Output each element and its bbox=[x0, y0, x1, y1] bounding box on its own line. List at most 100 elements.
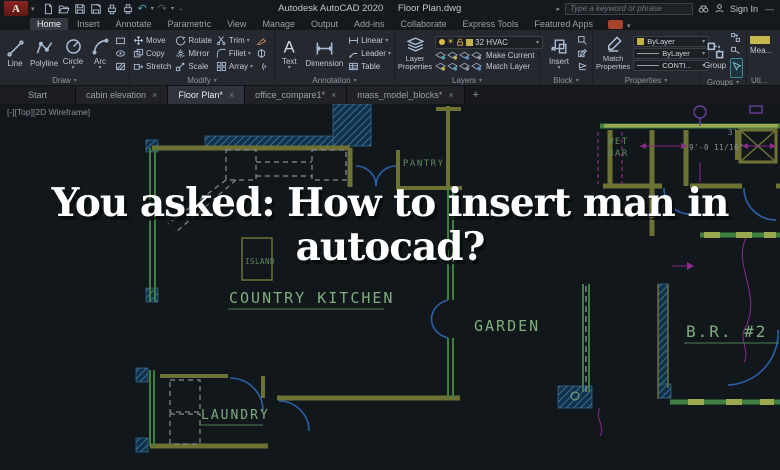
help-search-input[interactable] bbox=[564, 2, 693, 15]
new-file-icon[interactable] bbox=[42, 3, 54, 15]
linear-tool[interactable]: Linear ▾ bbox=[348, 35, 391, 46]
new-drawing-tab-button[interactable]: + bbox=[465, 86, 487, 104]
leader-tool[interactable]: Leader ▾ bbox=[348, 48, 391, 59]
close-tab-icon[interactable]: × bbox=[331, 90, 336, 100]
close-tab-icon[interactable]: × bbox=[448, 90, 453, 100]
circle-caret-icon[interactable]: ▾ bbox=[72, 65, 75, 71]
file-tab-cabin-elevation[interactable]: cabin elevation × bbox=[76, 86, 169, 104]
arc-tool[interactable]: Arc ▾ bbox=[88, 37, 112, 71]
trim-caret-icon[interactable]: ▾ bbox=[247, 37, 250, 44]
tab-manage[interactable]: Manage bbox=[255, 18, 302, 30]
redo-icon[interactable]: ↷ bbox=[158, 3, 167, 14]
redo-caret-icon[interactable]: ▾ bbox=[171, 5, 174, 12]
block-panel-expander[interactable]: Block ▾ bbox=[540, 74, 592, 86]
ungroup-icon[interactable] bbox=[730, 32, 741, 43]
close-tab-icon[interactable]: × bbox=[152, 90, 157, 100]
stretch-tool[interactable]: Stretch bbox=[133, 61, 171, 72]
mirror-tool[interactable]: Mirror bbox=[175, 48, 212, 59]
move-tool[interactable]: Move bbox=[133, 35, 171, 46]
file-tab-floor-plan[interactable]: Floor Plan* × bbox=[168, 86, 246, 104]
fillet-tool[interactable]: Fillet ▾ bbox=[216, 48, 253, 59]
scale-tool[interactable]: Scale bbox=[175, 61, 212, 72]
undo-icon[interactable]: ↶ bbox=[138, 3, 147, 14]
sign-in-button[interactable]: Sign In bbox=[730, 4, 758, 14]
file-tab-start[interactable]: Start bbox=[0, 86, 77, 104]
line-tool[interactable]: Line bbox=[3, 39, 27, 68]
properties-panel-expander[interactable]: Properties ▾ bbox=[593, 74, 699, 86]
hatch-icon[interactable] bbox=[115, 61, 126, 72]
undo-caret-icon[interactable]: ▾ bbox=[151, 5, 154, 12]
group-selection-icon[interactable] bbox=[731, 61, 742, 72]
logo-menu-caret-icon[interactable]: ▾ bbox=[31, 5, 35, 13]
edit-block-icon[interactable] bbox=[577, 35, 588, 46]
tab-parametric[interactable]: Parametric bbox=[161, 18, 219, 30]
trim-tool[interactable]: Trim ▾ bbox=[216, 35, 253, 46]
connected-app-icon[interactable] bbox=[607, 20, 623, 29]
rectangle-icon[interactable] bbox=[115, 35, 126, 46]
tab-express-tools[interactable]: Express Tools bbox=[456, 18, 526, 30]
tab-collaborate[interactable]: Collaborate bbox=[394, 18, 454, 30]
tab-annotate[interactable]: Annotate bbox=[109, 18, 159, 30]
rotate-tool[interactable]: Rotate bbox=[175, 35, 212, 46]
tab-output[interactable]: Output bbox=[304, 18, 345, 30]
minimize-button[interactable]: — bbox=[763, 4, 776, 14]
app-caret-icon[interactable]: ▾ bbox=[627, 22, 631, 30]
layer-select-dropdown[interactable]: ☀ 32 HVAC ▾ bbox=[435, 35, 543, 49]
insert-block-tool[interactable]: Insert ▾ bbox=[544, 37, 574, 71]
search-expand-icon[interactable]: ▸ bbox=[556, 5, 560, 13]
explode-icon[interactable] bbox=[256, 48, 267, 59]
file-tab-mass-model-blocks[interactable]: mass_model_blocks* × bbox=[347, 86, 465, 104]
draw-panel-expander[interactable]: Draw ▾ bbox=[0, 74, 129, 86]
arc-caret-icon[interactable]: ▾ bbox=[99, 65, 102, 71]
text-caret-icon[interactable]: ▾ bbox=[288, 65, 291, 71]
leader-caret-icon[interactable]: ▾ bbox=[388, 50, 391, 57]
viewport-controls[interactable]: [-][Top][2D Wireframe] bbox=[7, 107, 90, 117]
match-layer-tool[interactable]: Match Layer bbox=[435, 62, 543, 71]
save-as-icon[interactable] bbox=[90, 2, 102, 15]
block-attributes-icon[interactable] bbox=[577, 61, 588, 72]
annotation-panel-expander[interactable]: Annotation ▾ bbox=[275, 74, 394, 86]
drawing-area[interactable]: [-][Top][2D Wireframe] PANTRY WET BAR IS… bbox=[0, 104, 780, 470]
match-properties-tool[interactable]: Match Properties bbox=[596, 35, 630, 71]
lineweight-dropdown[interactable]: ByLayer ▾ bbox=[633, 47, 710, 59]
array-tool[interactable]: Array ▾ bbox=[216, 61, 253, 72]
utilities-panel-expander[interactable]: Uti... bbox=[747, 74, 780, 86]
circle-tool[interactable]: Circle ▾ bbox=[61, 37, 85, 71]
plot-icon[interactable] bbox=[106, 3, 118, 15]
object-color-dropdown[interactable]: ByLayer ▾ bbox=[633, 35, 710, 47]
print-icon[interactable] bbox=[122, 3, 134, 15]
group-tool[interactable]: Group bbox=[703, 41, 727, 70]
text-tool[interactable]: A Text ▾ bbox=[278, 37, 301, 71]
tab-featured-apps[interactable]: Featured Apps bbox=[527, 18, 600, 30]
ellipse-icon[interactable] bbox=[115, 48, 126, 59]
edit-attributes-icon[interactable] bbox=[577, 48, 588, 59]
modify-panel-expander[interactable]: Modify ▾ bbox=[130, 74, 274, 86]
table-tool[interactable]: Table bbox=[348, 61, 391, 72]
tab-insert[interactable]: Insert bbox=[70, 18, 107, 30]
polyline-tool[interactable]: Polyline bbox=[30, 39, 58, 68]
tab-add-ins[interactable]: Add-ins bbox=[347, 18, 392, 30]
dimension-tool[interactable]: Dimension bbox=[304, 39, 345, 68]
measure-icon[interactable] bbox=[750, 36, 770, 44]
search-binoculars-icon[interactable] bbox=[698, 3, 709, 14]
close-tab-icon[interactable]: × bbox=[229, 90, 234, 100]
save-icon[interactable] bbox=[74, 3, 86, 15]
layer-properties-tool[interactable]: Layer Properties bbox=[398, 35, 432, 71]
array-caret-icon[interactable]: ▾ bbox=[250, 63, 253, 70]
make-current-tool[interactable]: Make Current bbox=[435, 51, 543, 60]
offset-icon[interactable] bbox=[256, 61, 267, 72]
copy-tool[interactable]: Copy bbox=[133, 48, 171, 59]
linetype-dropdown[interactable]: CONTI... ▾ bbox=[633, 59, 710, 71]
layers-panel-expander[interactable]: Layers ▾ bbox=[395, 74, 539, 86]
qat-customize-icon[interactable]: ⌄ bbox=[178, 5, 183, 12]
file-tab-office-compare[interactable]: office_compare1* × bbox=[245, 86, 348, 104]
open-folder-icon[interactable] bbox=[58, 3, 70, 15]
tab-home[interactable]: Home bbox=[30, 18, 69, 30]
tab-view[interactable]: View bbox=[220, 18, 253, 30]
autocad-logo-icon[interactable]: A bbox=[4, 1, 28, 16]
insert-caret-icon[interactable]: ▾ bbox=[557, 65, 560, 71]
fillet-caret-icon[interactable]: ▾ bbox=[248, 50, 251, 57]
user-icon[interactable] bbox=[714, 3, 725, 14]
group-edit-icon[interactable] bbox=[730, 45, 741, 56]
linear-caret-icon[interactable]: ▾ bbox=[385, 37, 388, 44]
